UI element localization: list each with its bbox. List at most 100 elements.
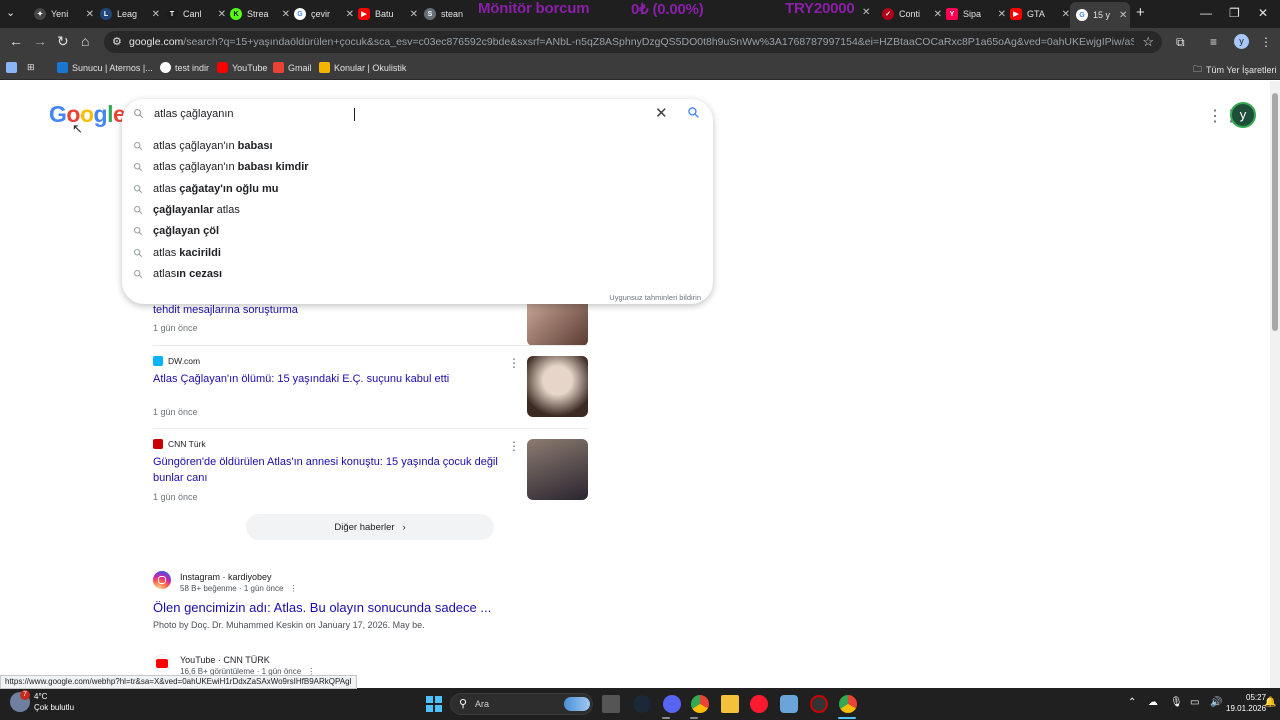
minimize-icon[interactable]: — (1200, 6, 1212, 20)
suggestion-item[interactable]: atlas çağlayan'ın babası kimdir (122, 157, 713, 177)
url-text[interactable]: google.com/search?q=15+yaşındaöldürülen+… (129, 36, 1134, 48)
suggestion-item[interactable]: çağlayan çöl (122, 221, 713, 241)
back-icon[interactable]: ← (9, 33, 23, 49)
weather-widget[interactable]: 7 4°C Çok bulutlu (10, 690, 74, 713)
suggestion-item[interactable]: atlas ın cezası (122, 264, 713, 284)
news-thumbnail[interactable] (527, 439, 588, 500)
account-avatar[interactable]: y (1230, 102, 1256, 128)
all-bookmarks-folder[interactable]: 🗀 Tüm Yer İşaretleri (1193, 62, 1277, 78)
windows-start-icon[interactable] (426, 696, 442, 712)
microphone-icon[interactable]: 🎙 (1170, 697, 1183, 708)
windows-taskbar: 7 4°C Çok bulutlu ⚲ Ara ⌃ ☁ 🎙 ▭ 🔊 05:27 … (0, 688, 1280, 720)
volume-icon[interactable]: 🔊 (1210, 697, 1222, 708)
tab-label: 15 y (1093, 10, 1111, 20)
suggestion-item[interactable]: çağlayanlar atlas (122, 200, 713, 220)
tab-gta[interactable]: ▶ GTA ✕ (1004, 4, 1070, 24)
chrome-active-icon[interactable] (839, 695, 857, 713)
news-title[interactable]: Güngören'de öldürülen Atlas'ın annesi ko… (153, 454, 503, 486)
tab-active-search[interactable]: G 15 y ✕ (1070, 2, 1130, 28)
news-title[interactable]: tehdit mesajlarına soruşturma (153, 302, 503, 318)
settings-app-icon[interactable] (780, 695, 798, 713)
news-title[interactable]: Atlas Çağlayan'ın ölümü: 15 yaşındaki E.… (153, 371, 503, 387)
search-submit-icon[interactable] (687, 106, 700, 119)
network-icon[interactable]: ▭ (1190, 697, 1199, 708)
file-explorer-icon[interactable] (721, 695, 739, 713)
google-logo[interactable]: Google (49, 101, 126, 128)
new-tab-button[interactable]: + (1136, 4, 1145, 21)
tab-close-icon[interactable]: ✕ (1119, 10, 1127, 21)
taskbar-search[interactable]: ⚲ Ara (450, 693, 593, 715)
news-item[interactable]: DW.com Atlas Çağlayan'ın ölümü: 15 yaşın… (153, 356, 588, 426)
tab-yeni[interactable]: ✦ Yeni ✕ (28, 4, 94, 24)
more-news-button[interactable]: Diğer haberler › (246, 514, 494, 540)
more-options-icon[interactable]: ⋮ (289, 584, 297, 593)
conti-icon: ✓ (882, 8, 894, 20)
more-options-icon[interactable]: ⋮ (508, 356, 520, 370)
extensions-icon[interactable]: ⧉ (1176, 35, 1185, 50)
forward-icon[interactable]: → (33, 33, 47, 49)
tab-batu[interactable]: ▶ Batu ✕ (352, 4, 418, 24)
bookmark-gmail[interactable]: Gmail (273, 62, 312, 73)
profile-avatar[interactable]: y (1234, 34, 1249, 49)
bookmark-test-indir[interactable]: test indir (160, 62, 209, 73)
tab-cevir[interactable]: G çevir ✕ (288, 4, 354, 24)
news-item[interactable]: CNN Türk Güngören'de öldürülen Atlas'ın … (153, 439, 588, 509)
tab-steam[interactable]: S stean (418, 4, 478, 24)
tab-search-icon[interactable]: ⌄ (6, 6, 15, 19)
bookmark-okulistik[interactable]: Konular | Okulistik (319, 62, 406, 73)
search-box[interactable]: ✕ atlas çağlayan'ın babası atlas çağlaya… (122, 99, 713, 304)
close-window-icon[interactable]: ✕ (1258, 6, 1268, 20)
suggestion-item[interactable]: atlas çağatay'ın oğlu mu (122, 179, 713, 199)
tray-chevron-icon[interactable]: ⌃ (1128, 697, 1136, 708)
cloud-sync-icon[interactable]: ☁ (1148, 697, 1158, 708)
tab-close-icon[interactable]: ✕ (1062, 9, 1070, 20)
bookmark-aternos[interactable]: Sunucu | Aternos |... (57, 62, 153, 73)
scrollbar-thumb[interactable] (1272, 93, 1278, 331)
system-clock[interactable]: 05:27 19.01.2026 (1226, 692, 1266, 714)
search-input[interactable] (154, 108, 634, 120)
tab-close-icon[interactable]: ✕ (862, 7, 870, 18)
tab-close-icon[interactable]: ✕ (152, 9, 160, 20)
restore-icon[interactable]: ❐ (1229, 6, 1240, 20)
chrome-icon[interactable] (691, 695, 709, 713)
tab-sipa[interactable]: Y Sipa ✕ (940, 4, 1006, 24)
suggestion-item[interactable]: atlas kacirildi (122, 243, 713, 263)
web-result[interactable]: Instagram · kardiyobey 58 B+ beğenme · 1… (153, 571, 491, 630)
more-options-icon[interactable]: ⋮ (508, 439, 520, 453)
clock-time: 05:27 (1246, 693, 1267, 702)
browser-menu-icon[interactable]: ⋮ (1260, 35, 1272, 49)
bookmark-star-icon[interactable]: ☆ (1142, 34, 1154, 50)
web-result-title[interactable]: Ölen gencimizin adı: Atlas. Bu olayın so… (153, 600, 491, 615)
address-bar[interactable]: ⚙ google.com/search?q=15+yaşındaöldürüle… (104, 31, 1162, 53)
tab-canli[interactable]: T Canl ✕ (160, 4, 226, 24)
game-app-icon[interactable] (810, 695, 828, 713)
okulistik-icon (319, 62, 330, 73)
page-scrollbar[interactable] (1270, 81, 1280, 688)
media-control-icon[interactable]: ≡ (1210, 35, 1217, 49)
clear-search-icon[interactable]: ✕ (655, 104, 668, 122)
canli-icon: T (166, 8, 178, 20)
search-icon (133, 162, 143, 172)
tab-close-icon[interactable]: ✕ (86, 9, 94, 20)
task-view-icon[interactable] (602, 695, 620, 713)
suggestion-bold: babası kimdir (237, 161, 309, 173)
home-icon[interactable]: ⌂ (81, 33, 89, 49)
tab-close-icon[interactable]: ✕ (410, 9, 418, 20)
tab-label: Strea (247, 9, 269, 19)
apps-grid-icon[interactable]: ⊞ (27, 62, 35, 73)
reload-icon[interactable]: ↻ (57, 33, 69, 50)
suggestion-item[interactable]: atlas çağlayan'ın babası (122, 136, 713, 156)
browser-toolbar: ← → ↻ ⌂ ⚙ google.com/search?q=15+yaşında… (0, 28, 1280, 56)
tab-league[interactable]: L Leag ✕ (94, 4, 160, 24)
report-predictions-link[interactable]: Uygunsuz tahminleri bildirin (609, 293, 701, 302)
discord-icon[interactable] (663, 695, 681, 713)
steam-icon[interactable] (633, 695, 651, 713)
notifications-icon[interactable]: 🔔 (1264, 697, 1276, 708)
bookmark-youtube[interactable]: YouTube (217, 62, 267, 73)
news-thumbnail[interactable] (527, 356, 588, 417)
apps-shortcut-icon[interactable] (6, 62, 21, 73)
site-info-icon[interactable]: ⚙ (112, 35, 122, 48)
opera-icon[interactable] (750, 695, 768, 713)
tab-conti[interactable]: ✓ Conti ✕ (876, 4, 942, 24)
tab-stream[interactable]: K Strea ✕ (224, 4, 290, 24)
